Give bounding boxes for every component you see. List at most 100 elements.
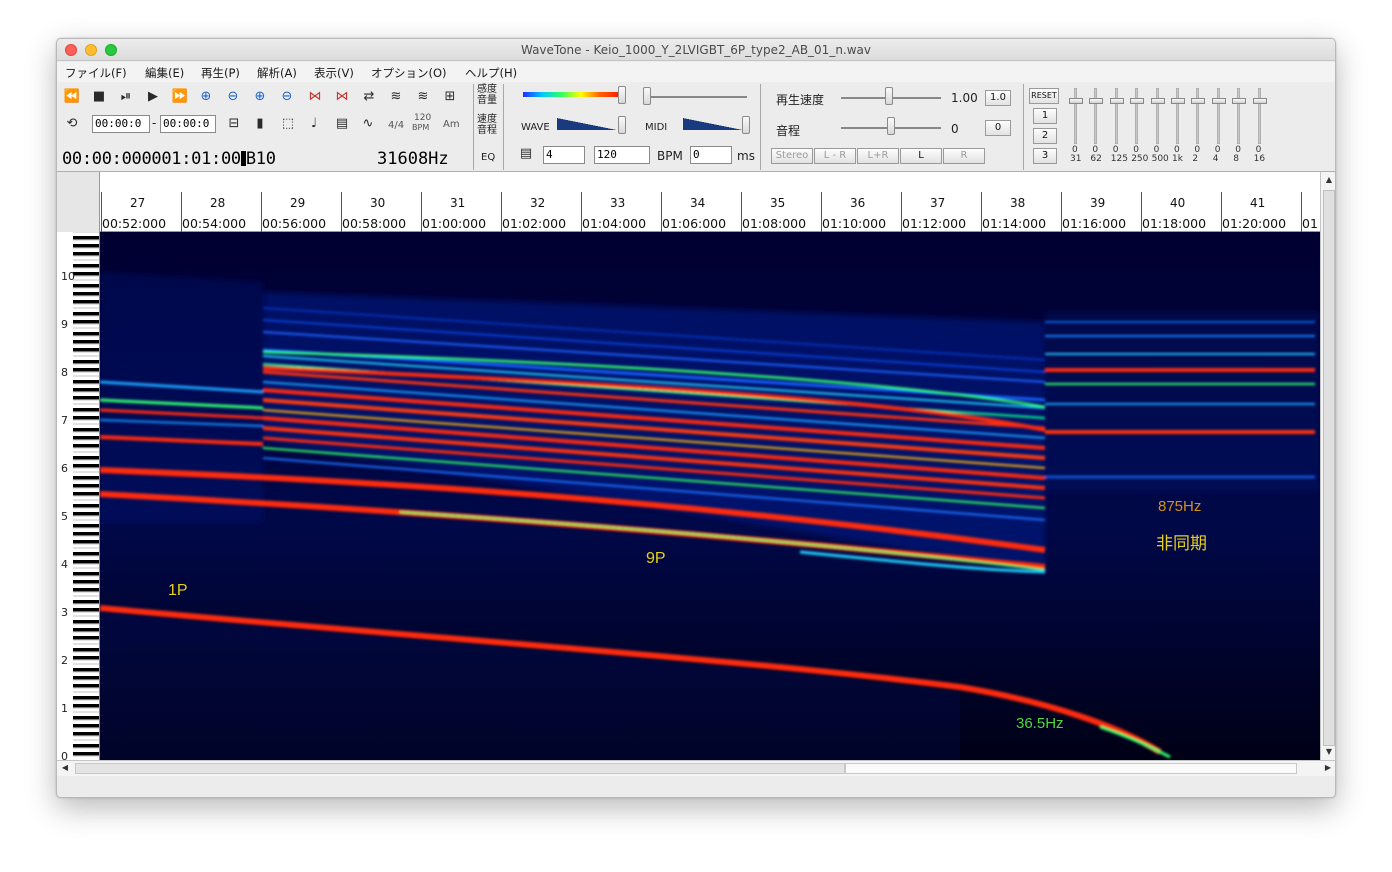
scroll-left-icon[interactable]: ◀: [60, 763, 70, 772]
rewind-icon[interactable]: ⏪: [61, 87, 83, 107]
ruler-time-label: 01: [1302, 216, 1318, 231]
stereo-button[interactable]: Stereo: [771, 148, 813, 164]
menu-analyze[interactable]: 解析(A): [257, 65, 297, 81]
waveform-alt-icon[interactable]: ≋: [412, 87, 434, 107]
eq-label[interactable]: EQ: [481, 152, 495, 163]
time-signature[interactable]: 4/4: [388, 120, 404, 131]
annotation-1p: 1P: [168, 582, 188, 599]
piano-keyboard[interactable]: 10 9 8 7 6 5 4 3 2 1 0: [57, 232, 100, 760]
menu-view[interactable]: 表示(V): [314, 65, 354, 81]
time-ruler[interactable]: 27 28 29 30 31 32 33 34 35 36 37 38 39 40 41 00:52:000 0…: [100, 172, 1320, 232]
horizontal-scroll-thumb[interactable]: [845, 763, 1297, 774]
black-key: [73, 552, 99, 556]
ms-field[interactable]: 0: [690, 146, 732, 164]
ruler-bar-label: 41: [1250, 196, 1266, 210]
menu-help[interactable]: ヘルプ(H): [465, 65, 517, 81]
bpm-top[interactable]: 120: [414, 113, 431, 123]
curve-icon[interactable]: ∿: [357, 114, 379, 134]
scroll-down-icon[interactable]: ▼: [1323, 747, 1335, 756]
eq-band-label: 4: [1212, 154, 1219, 164]
black-key: [73, 272, 99, 276]
fit-v-icon[interactable]: ⋈: [331, 87, 353, 107]
volume-slider-thumb[interactable]: [643, 87, 651, 105]
grid-icon[interactable]: ▤: [331, 114, 353, 134]
pitch-reset-button[interactable]: 0: [985, 120, 1011, 136]
menu-file[interactable]: ファイル(F): [65, 65, 127, 81]
range-end-field[interactable]: 00:00:0: [160, 115, 216, 133]
loop-icon[interactable]: ⟲: [61, 114, 83, 134]
black-key: [73, 396, 99, 400]
black-key: [73, 600, 99, 604]
play-icon[interactable]: ▶: [142, 87, 164, 107]
eq-band-knob[interactable]: [1211, 98, 1226, 104]
wave-slider-thumb[interactable]: [618, 116, 626, 134]
eq-band-knob[interactable]: [1069, 98, 1083, 104]
book-icon[interactable]: ⊞: [439, 87, 461, 107]
pitch-thumb[interactable]: [887, 117, 895, 135]
vertical-scroll-thumb[interactable]: [1323, 190, 1335, 746]
eq-band-knob[interactable]: [1109, 98, 1124, 104]
sensitivity-label: 感度 音量: [477, 84, 497, 106]
vertical-scrollbar[interactable]: ▲ ▼: [1320, 172, 1335, 760]
eq-band-knob[interactable]: [1252, 98, 1267, 104]
zoom-in-v-icon[interactable]: ⊕: [249, 87, 271, 107]
eq-band-knob[interactable]: [1171, 98, 1185, 104]
horizontal-scroll-track-left[interactable]: [75, 763, 845, 774]
menu-play[interactable]: 再生(P): [201, 65, 240, 81]
zoom-out-h-icon[interactable]: ⊖: [222, 87, 244, 107]
black-key: [73, 368, 99, 372]
stop-icon[interactable]: ■: [88, 87, 110, 107]
color-scale-thumb[interactable]: [618, 86, 626, 104]
scroll-right-icon[interactable]: ▶: [1323, 763, 1333, 772]
ruler-bar-label: 28: [210, 196, 226, 210]
black-key: [73, 380, 99, 384]
bpm-field[interactable]: 120: [594, 146, 650, 164]
eq-reset-button[interactable]: RESET: [1029, 88, 1059, 104]
ruler-time-label: 00:56:000: [262, 216, 327, 231]
scroll-up-icon[interactable]: ▲: [1323, 175, 1335, 184]
ruler-time-label: 01:00:000: [422, 216, 487, 231]
right-channel-button[interactable]: R: [943, 148, 985, 164]
octave-label: 1: [61, 702, 68, 715]
waveform-icon[interactable]: ≋: [385, 87, 407, 107]
midi-label: MIDI: [645, 122, 668, 133]
eq-preset-1-button[interactable]: 1: [1033, 108, 1057, 124]
zoom-out-v-icon[interactable]: ⊖: [276, 87, 298, 107]
fit-h-icon[interactable]: ⋈: [304, 87, 326, 107]
menu-options[interactable]: オプション(O): [371, 65, 447, 81]
grid-lines-icon[interactable]: ▤: [515, 144, 537, 164]
left-channel-button[interactable]: L: [900, 148, 942, 164]
midi-ramp: [683, 118, 743, 130]
note-icon[interactable]: ♩: [303, 114, 325, 134]
eq-band-knob[interactable]: [1150, 98, 1165, 104]
range-start-field[interactable]: 00:00:0: [92, 115, 150, 133]
playback-speed-reset-button[interactable]: 1.0: [985, 90, 1011, 106]
spectrogram[interactable]: 1P 9P 875Hz 非同期 36.5Hz: [100, 232, 1320, 760]
eq-band-knob[interactable]: [1232, 98, 1247, 104]
eq-band-knob[interactable]: [1089, 98, 1104, 104]
l-minus-r-button[interactable]: L - R: [814, 148, 856, 164]
select-icon[interactable]: ⬚: [277, 114, 299, 134]
chord-button[interactable]: Am: [443, 119, 460, 130]
window-title: WaveTone - Keio_1000_Y_2LVIGBT_6P_type2_…: [520, 43, 872, 57]
eq-preset-2-button[interactable]: 2: [1033, 128, 1057, 144]
octave-label: 2: [61, 654, 68, 667]
split-view-icon[interactable]: ⊟: [223, 114, 245, 134]
grid-field[interactable]: 4: [543, 146, 585, 164]
eq-band-knob[interactable]: [1130, 98, 1145, 104]
playback-speed-thumb[interactable]: [885, 87, 893, 105]
black-key: [73, 252, 99, 256]
eq-band-knob[interactable]: [1191, 98, 1206, 104]
repeat-icon[interactable]: ⇄: [358, 87, 380, 107]
menu-edit[interactable]: 編集(E): [145, 65, 184, 81]
fast-forward-icon[interactable]: ⏩: [169, 87, 191, 107]
eq-band-label: 250: [1131, 154, 1149, 164]
l-plus-r-button[interactable]: L+R: [857, 148, 899, 164]
horizontal-scrollbar[interactable]: ◀ ▶: [57, 760, 1335, 776]
pencil-icon[interactable]: ▮: [249, 114, 271, 134]
step-icon[interactable]: ⏯: [115, 87, 137, 107]
zoom-in-h-icon[interactable]: ⊕: [195, 87, 217, 107]
ruler-time-label: 01:14:000: [982, 216, 1047, 231]
midi-slider-thumb[interactable]: [742, 116, 750, 134]
eq-preset-3-button[interactable]: 3: [1033, 148, 1057, 164]
